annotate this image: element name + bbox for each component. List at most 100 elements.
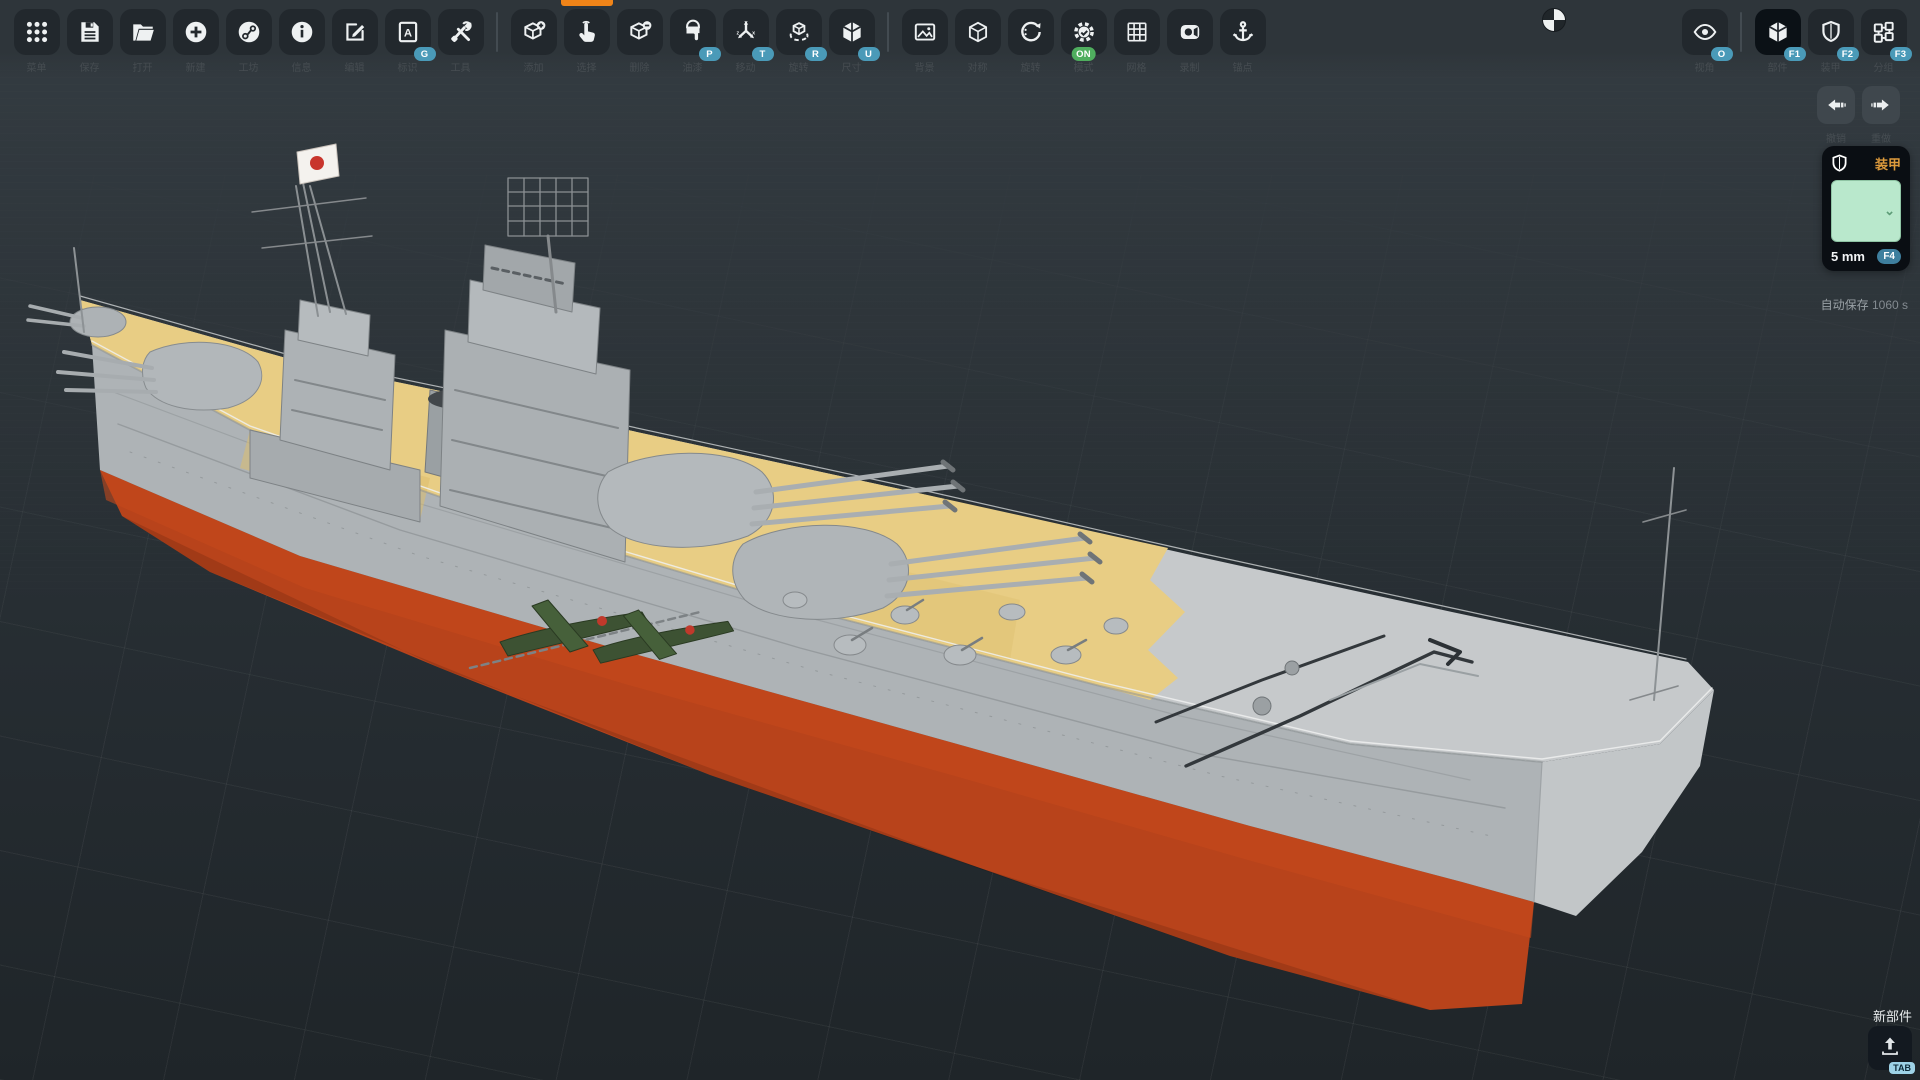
save-button[interactable]: 保存 bbox=[67, 9, 113, 55]
wireframe-button[interactable]: 对称 bbox=[955, 9, 1001, 55]
edit-pencil-icon bbox=[342, 19, 368, 45]
menu-button[interactable]: 菜单 bbox=[14, 9, 60, 55]
move-axes-icon: yz x bbox=[733, 19, 759, 45]
cube-minus-icon bbox=[627, 19, 653, 45]
armor-panel-title: 装甲 bbox=[1875, 154, 1901, 173]
shield-icon bbox=[1818, 19, 1844, 45]
hand-pointer-icon bbox=[574, 19, 600, 45]
new-part-label: 新部件 bbox=[1873, 1006, 1912, 1025]
toolbar-item-label: 部件 bbox=[1749, 59, 1807, 74]
translate-button[interactable]: yzxT移动 bbox=[723, 9, 769, 55]
new-part-button[interactable]: TAB bbox=[1868, 1026, 1912, 1070]
new-button[interactable]: 新建 bbox=[173, 9, 219, 55]
toolbar-item-label: 移动 bbox=[717, 59, 775, 74]
toolbar-item-label: 装甲 bbox=[1802, 59, 1860, 74]
armor-shortcut-badge: F4 bbox=[1877, 249, 1901, 264]
toolbar-right-group: O视角 F1部件F2装甲F3分组 bbox=[1678, 9, 1910, 55]
svg-text:z: z bbox=[736, 30, 739, 36]
armor-thickness-value: 5 mm bbox=[1831, 249, 1865, 264]
toolbar-separator bbox=[496, 12, 498, 52]
toolbar-separator bbox=[887, 12, 889, 52]
toolbar-item-label: 添加 bbox=[505, 59, 563, 74]
armor-panel: 装甲 ⌄ 5 mm F4 bbox=[1822, 146, 1910, 271]
background-button[interactable]: 背景 bbox=[902, 9, 948, 55]
camera-icon bbox=[1177, 19, 1203, 45]
rename-button[interactable]: 编辑 bbox=[332, 9, 378, 55]
undo-label: 撤销 bbox=[1817, 130, 1855, 145]
rotate-arrow-icon bbox=[1018, 19, 1044, 45]
anchor-button[interactable]: 锚点 bbox=[1220, 9, 1266, 55]
cube-solid-icon bbox=[839, 19, 865, 45]
toolbar-item-label: 编辑 bbox=[326, 59, 384, 74]
armor-color-swatch[interactable]: ⌄ bbox=[1831, 180, 1901, 242]
add-block-button[interactable]: 添加 bbox=[511, 9, 557, 55]
toolbar-item-label: 模式 bbox=[1055, 59, 1113, 74]
visibility-button[interactable]: O视角 bbox=[1682, 9, 1728, 55]
letter-a-box-icon: A bbox=[395, 19, 421, 45]
shield-icon bbox=[1829, 153, 1850, 174]
toolbar-item-label: 锚点 bbox=[1214, 59, 1272, 74]
open-button[interactable]: 打开 bbox=[120, 9, 166, 55]
redo-button[interactable] bbox=[1862, 86, 1900, 124]
undo-button[interactable] bbox=[1817, 86, 1855, 124]
toolbar: 菜单保存打开新建工坊信息编辑AG标识工具添加选择删除P油漆yzxT移动R旋转U尺… bbox=[0, 0, 1920, 80]
group-view-button[interactable]: F3分组 bbox=[1861, 9, 1907, 55]
toolbar-left-groups: 菜单保存打开新建工坊信息编辑AG标识工具添加选择删除P油漆yzxT移动R旋转U尺… bbox=[10, 9, 1269, 55]
cube-wire-icon bbox=[965, 19, 991, 45]
toolbar-item-label: 尺寸 bbox=[823, 59, 881, 74]
structure-view-button[interactable]: F1部件 bbox=[1755, 9, 1801, 55]
auto-rotate-button[interactable]: 旋转 bbox=[1008, 9, 1054, 55]
svg-text:y: y bbox=[744, 20, 747, 26]
toolbar-item-label: 选择 bbox=[558, 59, 616, 74]
autosave-time: 1060 s bbox=[1872, 298, 1908, 312]
autosave-status: 自动保存 1060 s bbox=[1821, 296, 1908, 313]
paint-button[interactable]: P油漆 bbox=[670, 9, 716, 55]
remove-block-button[interactable]: 删除 bbox=[617, 9, 663, 55]
ground-grid bbox=[0, 0, 1920, 1080]
toolbar-item-label: 旋转 bbox=[1002, 59, 1060, 74]
autosave-label: 自动保存 bbox=[1821, 298, 1869, 312]
text-marking-button[interactable]: AG标识 bbox=[385, 9, 431, 55]
grid-button[interactable]: 网格 bbox=[1114, 9, 1160, 55]
toolbar-separator bbox=[1740, 12, 1742, 52]
toolbar-item-label: 对称 bbox=[949, 59, 1007, 74]
upload-icon bbox=[1878, 1034, 1902, 1063]
toolbar-item-label: 工具 bbox=[432, 59, 490, 74]
build-tools-button[interactable]: 工具 bbox=[438, 9, 484, 55]
toolbar-item-label: 菜单 bbox=[8, 59, 66, 74]
toolbar-item-label: 新建 bbox=[167, 59, 225, 74]
image-icon bbox=[912, 19, 938, 45]
svg-text:x: x bbox=[752, 30, 755, 36]
center-of-mass-icon bbox=[1542, 8, 1566, 32]
select-button[interactable]: 选择 bbox=[564, 9, 610, 55]
grid-lines-icon bbox=[1124, 19, 1150, 45]
cube-solid-icon bbox=[1765, 19, 1791, 45]
tools-icon bbox=[448, 19, 474, 45]
cube-plus-icon bbox=[521, 19, 547, 45]
resize-button[interactable]: U尺寸 bbox=[829, 9, 875, 55]
apps-grid-icon bbox=[24, 19, 50, 45]
info-button[interactable]: 信息 bbox=[279, 9, 325, 55]
settings-button[interactable]: ON模式 bbox=[1061, 9, 1107, 55]
steam-workshop-button[interactable]: 工坊 bbox=[226, 9, 272, 55]
toolbar-item-label: 打开 bbox=[114, 59, 172, 74]
anchor-icon bbox=[1230, 19, 1256, 45]
viewport-3d[interactable] bbox=[0, 0, 1920, 1080]
active-tool-indicator bbox=[561, 0, 613, 6]
record-button[interactable]: 录制 bbox=[1167, 9, 1213, 55]
toolbar-item-label: 工坊 bbox=[220, 59, 278, 74]
rotate-button[interactable]: R旋转 bbox=[776, 9, 822, 55]
chevron-down-icon: ⌄ bbox=[1884, 203, 1895, 219]
save-floppy-icon bbox=[77, 19, 103, 45]
tab-shortcut-badge: TAB bbox=[1889, 1062, 1915, 1074]
toolbar-item-label: 视角 bbox=[1676, 59, 1734, 74]
armor-view-button[interactable]: F2装甲 bbox=[1808, 9, 1854, 55]
toolbar-item-label: 背景 bbox=[896, 59, 954, 74]
toolbar-item-label: 信息 bbox=[273, 59, 331, 74]
eye-icon bbox=[1692, 19, 1718, 45]
squares-four-icon bbox=[1871, 19, 1897, 45]
steam-icon bbox=[236, 19, 262, 45]
toolbar-item-label: 录制 bbox=[1161, 59, 1219, 74]
toolbar-item-label: 保存 bbox=[61, 59, 119, 74]
svg-text:A: A bbox=[403, 27, 411, 39]
